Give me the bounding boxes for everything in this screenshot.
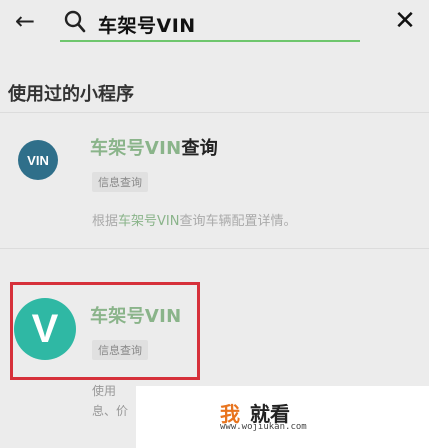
- divider: [0, 248, 429, 249]
- back-arrow-icon[interactable]: ←: [12, 6, 38, 36]
- clear-search-icon[interactable]: ✕: [390, 6, 420, 36]
- divider: [0, 112, 429, 113]
- section-title: 使用过的小程序: [8, 84, 134, 105]
- search-underline: [60, 40, 360, 42]
- search-query-text: 车架号VIN: [98, 15, 196, 37]
- name-highlight: 车架号VIN: [90, 138, 182, 159]
- search-input[interactable]: 车架号VIN: [64, 8, 390, 38]
- partial-description: 使用: [92, 384, 117, 398]
- name-rest: 查询: [181, 138, 219, 159]
- mini-program-description: 根据车架号VIN查询车辆配置详情。: [92, 210, 296, 229]
- mini-program-logo: VIN: [18, 140, 58, 180]
- search-icon: [64, 10, 86, 33]
- watermark-logo: 我 就看 www.wojiukan.com: [220, 398, 340, 438]
- desc-prefix: 根据: [92, 214, 119, 229]
- mini-program-name[interactable]: 车架号VIN查询: [90, 134, 218, 160]
- highlight-box: [10, 282, 200, 380]
- logo-text: VIN: [27, 152, 49, 168]
- partial-description: 息、价: [92, 404, 129, 418]
- desc-highlight: 车架号VIN: [118, 214, 180, 229]
- desc-rest: 查询车辆配置详情。: [179, 214, 297, 229]
- category-tag: 信息查询: [92, 172, 148, 192]
- watermark-url: www.wojiukan.com: [220, 422, 307, 432]
